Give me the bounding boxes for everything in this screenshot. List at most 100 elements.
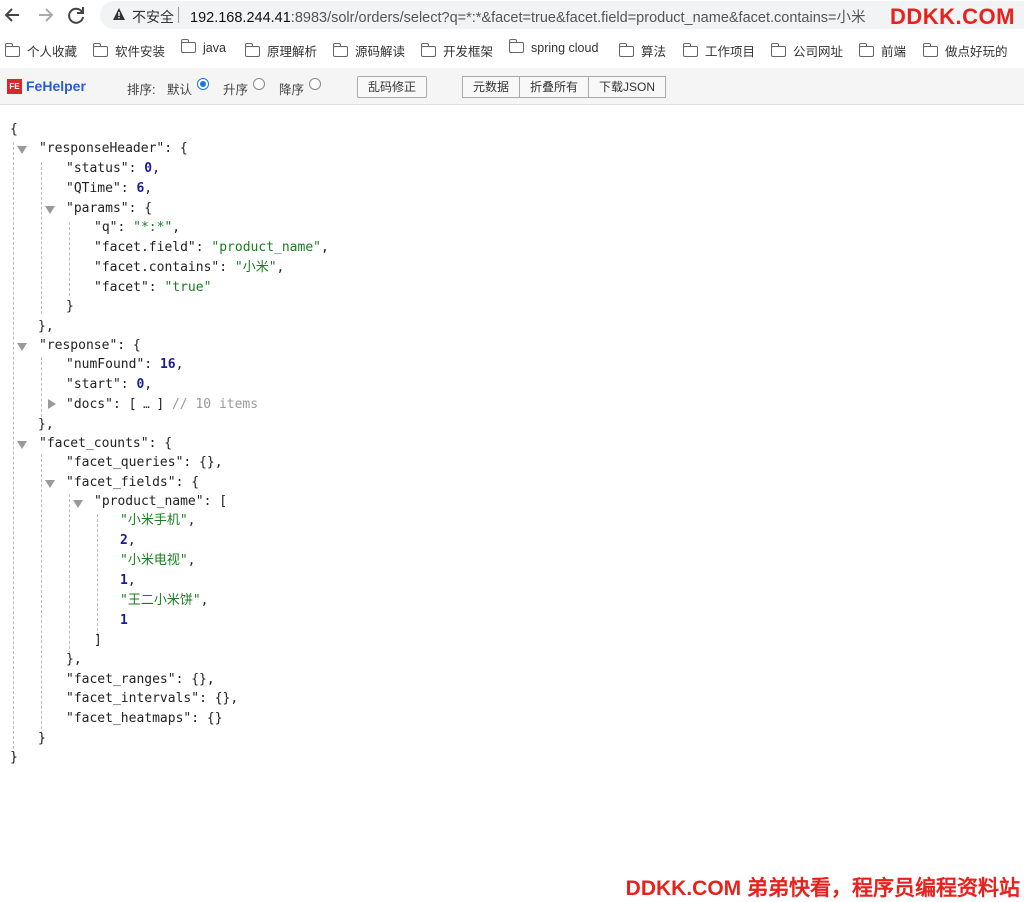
folder-icon [4,43,20,57]
json-line: "facet": "true" [94,280,212,295]
json-line: ] [94,633,102,648]
url-bar[interactable]: 不安全 192.168.244.41:8983/solr/orders/sele… [100,1,1024,29]
folder-icon [244,43,260,57]
footer-watermark: DDKK.COM 弟弟快看，程序员编程资料站 [625,877,1020,900]
folder-icon [92,43,108,57]
sort-label: 排序: [127,83,156,97]
json-line: "facet_queries": {}, [66,455,223,470]
bookmark-folder[interactable]: 开发框架 [420,41,493,60]
bookmark-folder[interactable]: 软件安装 [92,41,165,60]
json-line: "facet_counts": { [39,436,173,451]
sort-default-radio[interactable] [197,78,209,90]
folder-icon [682,43,698,57]
view-button-group: 元数据 折叠所有 下载JSON [462,76,667,98]
json-line: "王二小米饼", [120,593,209,608]
bookmark-folder[interactable]: spring cloud [508,39,598,55]
indent-guide [97,514,98,636]
json-line: "response": { [39,338,141,353]
json-line: } [66,299,74,314]
json-line: "docs": [ … ] // 10 items [66,397,259,412]
folder-icon [508,39,524,53]
json-line: "responseHeader": { [39,141,188,156]
bookmark-folder[interactable]: 算法 [618,41,666,60]
collapse-toggle-icon[interactable] [17,441,27,449]
folder-icon [858,43,874,57]
back-arrow-icon[interactable] [2,4,24,26]
folder-icon [332,43,348,57]
collapse-toggle-icon[interactable] [73,500,83,508]
indent-guide [13,142,14,764]
json-line: }, [66,652,82,667]
json-line: "QTime": 6, [66,181,153,196]
folder-icon [770,43,786,57]
folder-icon [922,43,938,57]
json-line: "facet_intervals": {}, [66,691,239,706]
json-line: } [38,731,46,746]
collapse-all-button[interactable]: 折叠所有 [519,76,590,98]
url-host: 192.168.244.41 [190,10,291,26]
bookmark-folder[interactable]: 个人收藏 [4,41,77,60]
json-line: "params": { [66,201,153,216]
security-label[interactable]: 不安全 [132,7,174,27]
json-line: "小米电视", [120,553,196,568]
sort-asc-radio[interactable] [253,78,265,90]
download-json-button[interactable]: 下载JSON [588,76,667,98]
indent-guide [69,494,70,654]
url-separator [178,7,179,23]
folder-icon [420,43,436,57]
json-line: "facet.contains": "小米", [94,260,285,275]
json-line: }, [38,417,54,432]
fehelper-logo-icon: FE [7,79,22,94]
json-line: }, [38,319,54,334]
json-line: "start": 0, [66,377,153,392]
indent-guide [69,222,70,296]
metadata-button[interactable]: 元数据 [462,76,521,98]
sort-option-default-label: 默认 [167,83,193,97]
json-line: 1 [120,613,128,628]
json-line: "facet.field": "product_name", [94,240,329,255]
bookmark-folder[interactable]: 前端 [858,41,906,60]
bookmark-folder[interactable]: 工作项目 [682,41,755,60]
json-line: "facet_ranges": {}, [66,672,215,687]
json-root-close: } [10,750,18,765]
json-line: "product_name": [ [94,494,228,509]
collapse-toggle-icon[interactable] [17,343,27,351]
folder-icon [180,39,196,53]
json-line: "facet_fields": { [66,475,200,490]
json-line: "numFound": 16, [66,357,184,372]
fix-encoding-button[interactable]: 乱码修正 [357,76,427,98]
fehelper-title: FeHelper [26,78,86,94]
collapse-toggle-icon[interactable] [45,206,55,214]
url-path: :8983/solr/orders/select?q=*:*&facet=tru… [290,10,866,26]
sort-option-asc-label: 升序 [223,83,249,97]
warning-icon [113,8,125,20]
json-line: 2, [120,533,136,548]
indent-guide [41,357,42,417]
collapse-toggle-icon[interactable] [17,146,27,154]
indent-guide [41,454,42,744]
json-root-open: { [10,122,18,137]
reload-icon[interactable] [65,4,87,26]
expand-toggle-icon[interactable] [48,399,56,409]
bookmark-folder[interactable]: java [180,39,226,55]
sort-desc-radio[interactable] [309,78,321,90]
json-line: "q": "*:*", [94,220,181,235]
watermark-logo: DDKK.COM [890,4,1015,29]
forward-arrow-icon[interactable] [34,4,56,26]
json-line: "小米手机", [120,513,196,528]
bookmark-folder[interactable]: 做点好玩的 [922,41,1008,60]
sort-option-desc-label: 降序 [279,83,305,97]
json-line: 1, [120,573,136,588]
bookmark-folder[interactable]: 公司网址 [770,41,843,60]
bookmark-folder[interactable]: 原理解析 [244,41,317,60]
json-line: "status": 0, [66,161,160,176]
bookmark-folder[interactable]: 源码解读 [332,41,405,60]
indent-guide [41,162,42,314]
url-text[interactable]: 192.168.244.41:8983/solr/orders/select?q… [190,6,866,27]
bookmarks-bar: 个人收藏 软件安装 java 原理解析 源码解读 开发框架 spring clo… [0,32,1024,66]
fehelper-toolbar: FE FeHelper 排序: 默认 升序 降序 乱码修正 元数据 折叠所有 下… [0,68,1024,105]
address-bar-area: 不安全 192.168.244.41:8983/solr/orders/sele… [0,0,1024,32]
collapse-toggle-icon[interactable] [45,480,55,488]
folder-icon [618,43,634,57]
json-line: "facet_heatmaps": {} [66,711,223,726]
